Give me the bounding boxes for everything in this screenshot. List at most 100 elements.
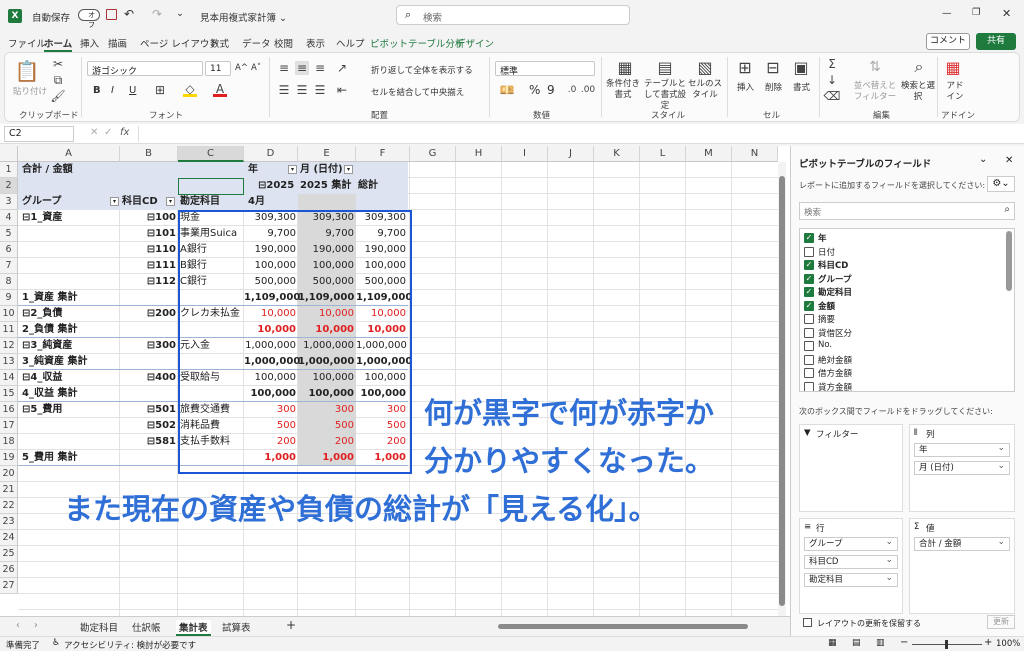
- pivot-code-cell[interactable]: ⊟110: [130, 242, 176, 258]
- column-header[interactable]: M: [686, 146, 732, 162]
- row-header[interactable]: 13: [0, 354, 18, 370]
- values-area[interactable]: Σ 値 合計 / 金額: [909, 518, 1015, 614]
- conditional-format-icon[interactable]: ▦: [615, 57, 635, 77]
- year-total-header[interactable]: 2025 集計: [300, 178, 356, 194]
- row-header[interactable]: 20: [0, 466, 18, 482]
- tab-home[interactable]: ホーム: [44, 36, 73, 52]
- field-name[interactable]: グループ: [818, 273, 852, 285]
- field-name[interactable]: 年: [818, 232, 827, 244]
- row-header[interactable]: 27: [0, 578, 18, 594]
- row-header[interactable]: 6: [0, 242, 18, 258]
- fill-color-icon[interactable]: ◇: [183, 82, 197, 97]
- pivot-code-cell[interactable]: [130, 322, 176, 338]
- name-box[interactable]: C2: [4, 126, 74, 142]
- field-checkbox[interactable]: [804, 354, 814, 365]
- value-field-sum[interactable]: 合計 / 金額: [914, 536, 1010, 551]
- field-checkbox[interactable]: ✓: [804, 260, 814, 270]
- field-name[interactable]: No.: [818, 340, 832, 350]
- tab-design[interactable]: デザイン: [456, 36, 494, 50]
- pivot-code-cell[interactable]: [130, 354, 176, 370]
- search-box[interactable]: ⌕ 検索: [396, 5, 630, 25]
- minimize-icon[interactable]: —: [942, 8, 952, 19]
- pivot-code-cell[interactable]: ⊟501: [130, 402, 176, 418]
- format-cells-button[interactable]: 書式: [793, 81, 810, 93]
- tab-help[interactable]: ヘルプ: [336, 36, 365, 50]
- h-scroll-thumb[interactable]: [498, 624, 748, 629]
- enter-icon[interactable]: ✓: [104, 127, 112, 138]
- insert-cells-icon[interactable]: ⊞: [735, 57, 755, 77]
- pivot-group-cell[interactable]: 2_負債 集計: [22, 322, 118, 338]
- row-header[interactable]: 11: [0, 322, 18, 338]
- pivot-group-cell[interactable]: ⊟5_費用: [22, 402, 118, 418]
- fill-icon[interactable]: ↓: [825, 73, 839, 87]
- pivot-code-cell[interactable]: ⊟100: [130, 210, 176, 226]
- sort-filter-icon[interactable]: ⇅: [865, 57, 885, 77]
- pivot-group-cell[interactable]: ⊟4_収益: [22, 370, 118, 386]
- pivot-code-cell[interactable]: ⊟400: [130, 370, 176, 386]
- column-header[interactable]: K: [594, 146, 640, 162]
- find-select-button[interactable]: 検索と選択: [901, 81, 935, 103]
- row-header[interactable]: 9: [0, 290, 18, 306]
- filter-dropdown-icon[interactable]: ▾: [288, 165, 297, 174]
- gear-icon[interactable]: ⚙⌄: [987, 176, 1015, 192]
- pivot-group-cell[interactable]: ⊟1_資産: [22, 210, 118, 226]
- column-header[interactable]: A: [18, 146, 120, 162]
- row-header[interactable]: 21: [0, 482, 18, 498]
- tab-pivot-analyze[interactable]: ピボットテーブル分析: [370, 36, 464, 50]
- field-checkbox[interactable]: [804, 327, 814, 338]
- font-color-icon[interactable]: A: [213, 82, 227, 97]
- field-checkbox[interactable]: [804, 341, 814, 351]
- field-search-input[interactable]: 検索 ⌕: [799, 202, 1015, 220]
- field-checkbox[interactable]: ✓: [804, 233, 814, 243]
- insert-cells-button[interactable]: 挿入: [737, 81, 754, 93]
- paste-label[interactable]: 貼り付け: [13, 85, 47, 97]
- defer-update-checkbox[interactable]: [803, 618, 812, 627]
- row-header[interactable]: 5: [0, 226, 18, 242]
- redo-icon[interactable]: ↷: [152, 7, 162, 21]
- row-header[interactable]: 15: [0, 386, 18, 402]
- column-header[interactable]: C: [178, 146, 244, 162]
- cut-icon[interactable]: ✂: [51, 57, 65, 71]
- row-field-code[interactable]: 科目CD: [804, 554, 898, 569]
- pivot-group-cell[interactable]: 3_純資産 集計: [22, 354, 118, 370]
- copy-icon[interactable]: ⧉: [51, 73, 65, 87]
- scroll-thumb[interactable]: [779, 176, 785, 606]
- tab-view[interactable]: 表示: [306, 36, 325, 50]
- align-left-icon[interactable]: ☰: [277, 83, 291, 97]
- orientation-icon[interactable]: ↗: [335, 61, 349, 75]
- column-field-year[interactable]: 年: [914, 442, 1010, 457]
- conditional-format-button[interactable]: 条件付き書式: [603, 79, 643, 101]
- add-sheet-icon[interactable]: +: [286, 618, 296, 632]
- function-icon[interactable]: fx: [120, 127, 129, 138]
- vertical-scrollbar[interactable]: [778, 162, 786, 616]
- row-header[interactable]: 7: [0, 258, 18, 274]
- column-header[interactable]: B: [120, 146, 178, 162]
- save-icon[interactable]: [106, 9, 117, 20]
- pivot-code-cell[interactable]: [130, 386, 176, 402]
- pivot-code-cell[interactable]: [130, 290, 176, 306]
- sheet-tab-journal[interactable]: 仕訳帳: [132, 620, 161, 634]
- field-checkbox[interactable]: ✓: [804, 287, 814, 297]
- pivot-group-cell[interactable]: ⊟2_負債: [22, 306, 118, 322]
- chevron-down-icon[interactable]: ⌄: [979, 154, 987, 165]
- row-header[interactable]: 25: [0, 546, 18, 562]
- pivot-group-cell[interactable]: [22, 242, 118, 258]
- customize-icon[interactable]: ⌄: [176, 8, 184, 19]
- worksheet-grid[interactable]: ABCDEFGHIJKLMN 1 2 3 4 5 6 7 8 9 10 11 12 13 14 15 16 17…: [0, 146, 790, 616]
- cancel-icon[interactable]: ✕: [90, 127, 98, 138]
- row-header[interactable]: 26: [0, 562, 18, 578]
- pivot-code-cell[interactable]: ⊟112: [130, 274, 176, 290]
- field-checkbox[interactable]: [804, 246, 814, 257]
- column-header[interactable]: F: [356, 146, 410, 162]
- align-right-icon[interactable]: ☰: [313, 83, 327, 97]
- close-pane-icon[interactable]: ✕: [1005, 155, 1013, 166]
- sheet-tab-accounts[interactable]: 勘定科目: [80, 620, 118, 634]
- columns-area[interactable]: ⫴ 列 年 月 (日付): [909, 424, 1015, 512]
- font-size-select[interactable]: 11: [205, 61, 231, 76]
- share-button[interactable]: 共有: [976, 33, 1016, 50]
- pivot-group-cell[interactable]: 4_収益 集計: [22, 386, 118, 402]
- italic-button[interactable]: I: [111, 85, 114, 96]
- grow-font-icon[interactable]: A^: [235, 63, 248, 73]
- align-top-icon[interactable]: ≡: [277, 61, 291, 75]
- field-checkbox[interactable]: [804, 368, 814, 378]
